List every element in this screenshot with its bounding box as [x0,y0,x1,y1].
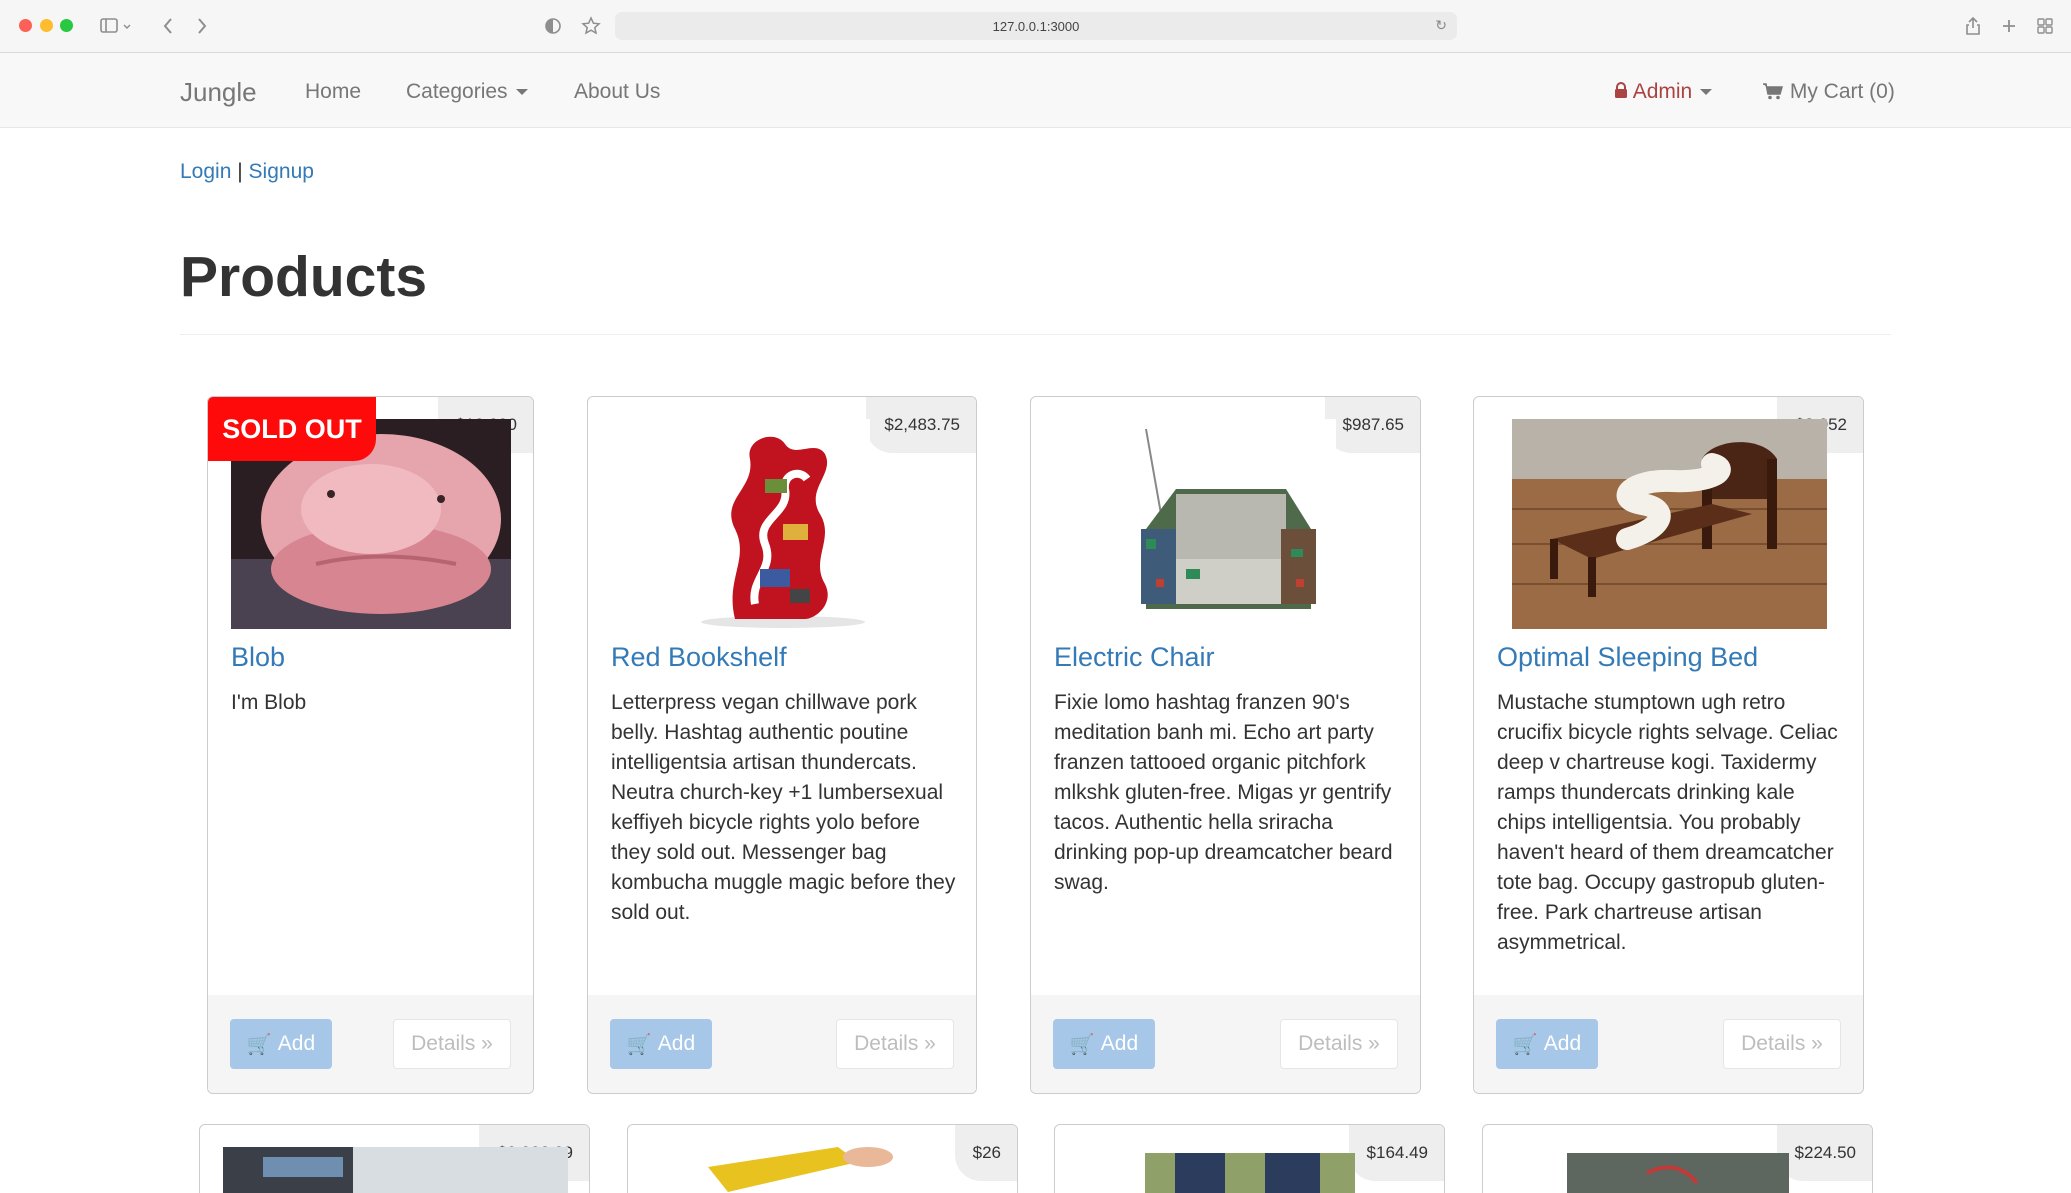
price-tag: $26 [954,1125,1017,1181]
price-tag: $164.49 [1348,1125,1444,1181]
minimize-window-button[interactable] [40,19,53,32]
product-card-blob: SOLD OUT $12,000 Blob I'm Blob 🛒Add Deta… [207,396,534,1094]
privacy-shield-icon[interactable] [542,14,564,38]
card-footer: 🛒 Add Details » [588,995,976,1093]
add-to-cart-button[interactable]: 🛒 Add [610,1019,712,1069]
product-image[interactable] [668,1147,908,1193]
signup-link[interactable]: Signup [249,160,314,183]
price-tag: $987.65 [1324,397,1420,453]
forward-arrow-icon[interactable] [192,14,212,38]
nav-home[interactable]: Home [305,80,361,104]
auth-separator: | [237,160,243,183]
share-icon[interactable] [1962,14,1984,38]
lock-icon [1614,80,1633,103]
product-image[interactable] [1567,1153,1789,1193]
nav-categories-dropdown[interactable]: Categories [406,80,528,104]
card-footer: 🛒 Add Details » [208,995,533,1093]
auth-links: Login | Signup [180,160,314,184]
product-image-electric-chair[interactable] [1116,419,1336,629]
details-button[interactable]: Details » [836,1019,954,1069]
nav-about[interactable]: About Us [574,80,660,104]
site-navbar: Jungle Home Categories About Us Admin My… [0,53,2071,128]
add-to-cart-button[interactable]: 🛒 Add [1496,1019,1598,1069]
close-window-button[interactable] [19,19,32,32]
add-label: Add [277,1032,316,1055]
product-card: $164.49 [1054,1124,1445,1193]
bookmark-star-icon[interactable] [580,14,602,38]
add-label: Add [657,1032,696,1055]
nav-categories-label: Categories [406,80,508,103]
product-card: $26 [627,1124,1018,1193]
tab-overview-icon[interactable] [2034,14,2056,38]
product-card: $224.50 [1482,1124,1873,1193]
product-image[interactable] [223,1147,568,1193]
product-image[interactable] [1145,1153,1355,1193]
product-card: $2,026.29 [199,1124,590,1193]
product-description: Letterpress vegan chillwave pork belly. … [611,691,956,924]
cart-icon: 🛒 [626,1033,652,1056]
details-button[interactable]: Details » [1723,1019,1841,1069]
add-to-cart-button[interactable]: 🛒 Add [230,1019,332,1069]
card-footer: 🛒 Add Details » [1474,995,1863,1093]
product-card-electric-chair: $987.65 Electric Chair Fixie lomo hashta… [1030,396,1421,1094]
login-link[interactable]: Login [180,160,231,183]
add-to-cart-button[interactable]: 🛒 Add [1053,1019,1155,1069]
back-arrow-icon[interactable] [158,14,178,38]
brand-link[interactable]: Jungle [180,77,257,108]
product-title-link[interactable]: Electric Chair [1054,642,1215,673]
cart-label: My Cart (0) [1789,80,1895,103]
chevron-down-icon [515,89,528,96]
cart-icon [1762,80,1790,103]
admin-dropdown[interactable]: Admin [1614,80,1713,104]
title-divider [180,334,1891,335]
sold-out-badge: SOLD OUT [208,397,376,461]
browser-toolbar: 127.0.0.1:3000 ↻ [0,0,2071,53]
chevron-down-icon [1700,89,1713,96]
zoom-window-button[interactable] [60,19,73,32]
details-button[interactable]: Details » [393,1019,511,1069]
reload-icon[interactable]: ↻ [1435,17,1447,34]
product-title-link[interactable]: Blob [231,642,285,673]
sidebar-toggle-icon[interactable] [96,14,136,38]
product-image-red-bookshelf[interactable] [695,419,870,629]
address-bar[interactable]: 127.0.0.1:3000 ↻ [615,12,1457,40]
admin-label: Admin [1632,80,1693,103]
details-button[interactable]: Details » [1280,1019,1398,1069]
product-card-optimal-sleeping-bed: $3,052 Optimal Sleeping Bed Mustache stu… [1473,396,1864,1094]
price-tag: $224.50 [1776,1125,1872,1181]
add-label: Add [1543,1032,1582,1055]
cart-icon: 🛒 [246,1033,272,1056]
cart-icon: 🛒 [1069,1033,1095,1056]
my-cart-link[interactable]: My Cart (0) [1762,80,1895,104]
add-label: Add [1100,1032,1139,1055]
product-title-link[interactable]: Red Bookshelf [611,642,787,673]
url-text: 127.0.0.1:3000 [992,18,1080,34]
product-description: Mustache stumptown ugh retro crucifix bi… [1497,691,1838,954]
product-image-optimal-sleeping-bed[interactable] [1512,419,1827,629]
product-card-red-bookshelf: $2,483.75 Red Bookshelf Letterpress vega… [587,396,977,1094]
product-description: I'm Blob [231,691,307,714]
product-description: Fixie lomo hashtag franzen 90's meditati… [1054,691,1393,894]
card-footer: 🛒 Add Details » [1031,995,1420,1093]
new-tab-plus-icon[interactable] [1998,14,2020,38]
product-title-link[interactable]: Optimal Sleeping Bed [1497,642,1758,673]
page-title: Products [180,245,428,309]
price-tag: $2,483.75 [866,397,976,453]
cart-icon: 🛒 [1512,1033,1538,1056]
